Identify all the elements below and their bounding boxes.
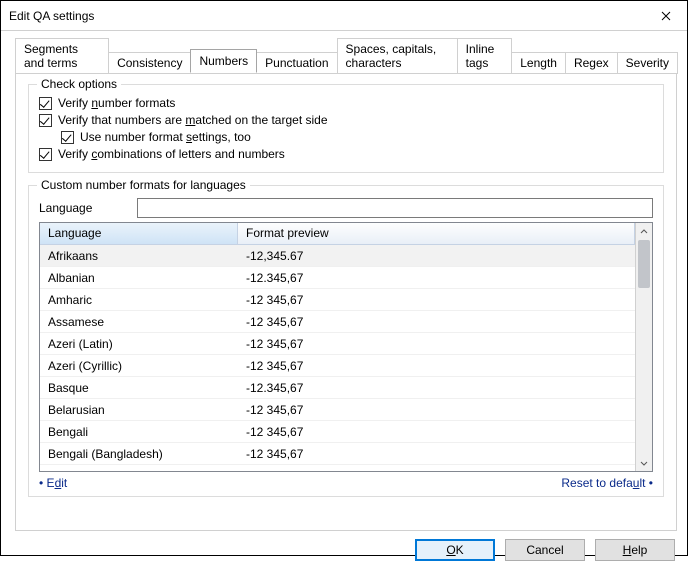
edit-link[interactable]: Edit <box>47 476 68 490</box>
cell-language: Afrikaans <box>40 249 238 263</box>
cell-format: -12 345,67 <box>238 425 635 439</box>
checkbox-icon <box>39 148 52 161</box>
tab-spaces-capitals-characters[interactable]: Spaces, capitals, characters <box>337 38 458 74</box>
dialog-buttons: OK Cancel Help <box>1 531 687 561</box>
checkbox-verify-number-formats[interactable]: Verify number formats <box>39 96 653 110</box>
table-row[interactable]: Bengali-12 345,67 <box>40 421 635 443</box>
column-header-language[interactable]: Language <box>40 223 238 244</box>
chevron-down-icon <box>640 459 648 467</box>
chevron-up-icon <box>640 228 648 236</box>
window-title: Edit QA settings <box>9 9 94 23</box>
tab-segments-and-terms[interactable]: Segments and terms <box>15 38 109 74</box>
cell-language: Assamese <box>40 315 238 329</box>
scroll-down-button[interactable] <box>636 454 652 471</box>
tab-severity[interactable]: Severity <box>617 52 678 74</box>
formats-grid: Language Format preview Afrikaans-12,345… <box>39 222 653 472</box>
table-row[interactable]: Amharic-12 345,67 <box>40 289 635 311</box>
cell-language: Belarusian <box>40 403 238 417</box>
cell-format: -12.345,67 <box>238 271 635 285</box>
table-row[interactable]: Bengali (Bangladesh)-12 345,67 <box>40 443 635 465</box>
cell-format: -12 345,67 <box>238 337 635 351</box>
table-row[interactable]: Basque-12.345,67 <box>40 377 635 399</box>
language-filter-input[interactable] <box>137 198 653 218</box>
checkbox-icon <box>39 97 52 110</box>
cell-format: -12.345,67 <box>238 381 635 395</box>
checkbox-verify-combinations[interactable]: Verify combinations of letters and numbe… <box>39 147 653 161</box>
scroll-thumb[interactable] <box>638 240 650 288</box>
group-title: Check options <box>37 77 121 91</box>
cell-language: Albanian <box>40 271 238 285</box>
tab-punctuation[interactable]: Punctuation <box>256 52 337 74</box>
table-row[interactable]: Albanian-12.345,67 <box>40 267 635 289</box>
cell-format: -12 345,67 <box>238 359 635 373</box>
table-row[interactable]: Bengali (India)-12 345,67 <box>40 465 635 471</box>
scroll-track[interactable] <box>636 240 652 454</box>
checkbox-label: Verify combinations of letters and numbe… <box>58 147 285 161</box>
reset-link-wrap: Reset to default • <box>561 476 653 490</box>
close-button[interactable] <box>645 2 687 30</box>
checkbox-icon <box>39 114 52 127</box>
cell-format: -12 345,67 <box>238 447 635 461</box>
tab-consistency[interactable]: Consistency <box>108 52 191 74</box>
tab-regex[interactable]: Regex <box>565 52 618 74</box>
vertical-scrollbar[interactable] <box>635 223 652 471</box>
help-button[interactable]: Help <box>595 539 675 561</box>
table-row[interactable]: Assamese-12 345,67 <box>40 311 635 333</box>
cell-format: -12 345,67 <box>238 403 635 417</box>
cell-language: Basque <box>40 381 238 395</box>
cell-format: -12 345,67 <box>238 469 635 472</box>
language-filter-row: Language <box>39 198 653 218</box>
checkbox-icon <box>61 131 74 144</box>
tab-inline-tags[interactable]: Inline tags <box>457 38 513 74</box>
links-row: • Edit Reset to default • <box>39 476 653 490</box>
checkbox-label: Use number format settings, too <box>80 130 251 144</box>
table-row[interactable]: Afrikaans-12,345.67 <box>40 245 635 267</box>
group-title: Custom number formats for languages <box>37 178 250 192</box>
scroll-up-button[interactable] <box>636 223 652 240</box>
edit-link-wrap: • Edit <box>39 476 67 490</box>
cell-format: -12,345.67 <box>238 249 635 263</box>
cell-language: Azeri (Cyrillic) <box>40 359 238 373</box>
tab-panel-numbers: Check options Verify number formats Veri… <box>15 73 677 531</box>
cancel-button[interactable]: Cancel <box>505 539 585 561</box>
group-check-options: Check options Verify number formats Veri… <box>28 84 664 173</box>
tab-numbers[interactable]: Numbers <box>190 49 257 73</box>
table-row[interactable]: Belarusian-12 345,67 <box>40 399 635 421</box>
cell-format: -12 345,67 <box>238 293 635 307</box>
table-row[interactable]: Azeri (Latin)-12 345,67 <box>40 333 635 355</box>
tab-length[interactable]: Length <box>511 52 566 74</box>
tabstrip: Segments and termsConsistencyNumbersPunc… <box>1 31 687 73</box>
cell-language: Amharic <box>40 293 238 307</box>
group-custom-formats: Custom number formats for languages Lang… <box>28 185 664 497</box>
checkbox-verify-matched[interactable]: Verify that numbers are matched on the t… <box>39 113 653 127</box>
cell-language: Bengali (Bangladesh) <box>40 447 238 461</box>
reset-to-default-link[interactable]: Reset to default <box>561 476 645 490</box>
checkbox-use-format-settings[interactable]: Use number format settings, too <box>61 130 653 144</box>
ok-button[interactable]: OK <box>415 539 495 561</box>
checkbox-label: Verify that numbers are matched on the t… <box>58 113 328 127</box>
cell-language: Azeri (Latin) <box>40 337 238 351</box>
column-header-format[interactable]: Format preview <box>238 223 635 244</box>
cell-language: Bengali (India) <box>40 469 238 472</box>
titlebar: Edit QA settings <box>1 1 687 31</box>
cell-language: Bengali <box>40 425 238 439</box>
language-filter-label: Language <box>39 201 137 215</box>
grid-header: Language Format preview <box>40 223 635 245</box>
checkbox-label: Verify number formats <box>58 96 175 110</box>
table-row[interactable]: Azeri (Cyrillic)-12 345,67 <box>40 355 635 377</box>
cell-format: -12 345,67 <box>238 315 635 329</box>
close-icon <box>661 11 671 21</box>
